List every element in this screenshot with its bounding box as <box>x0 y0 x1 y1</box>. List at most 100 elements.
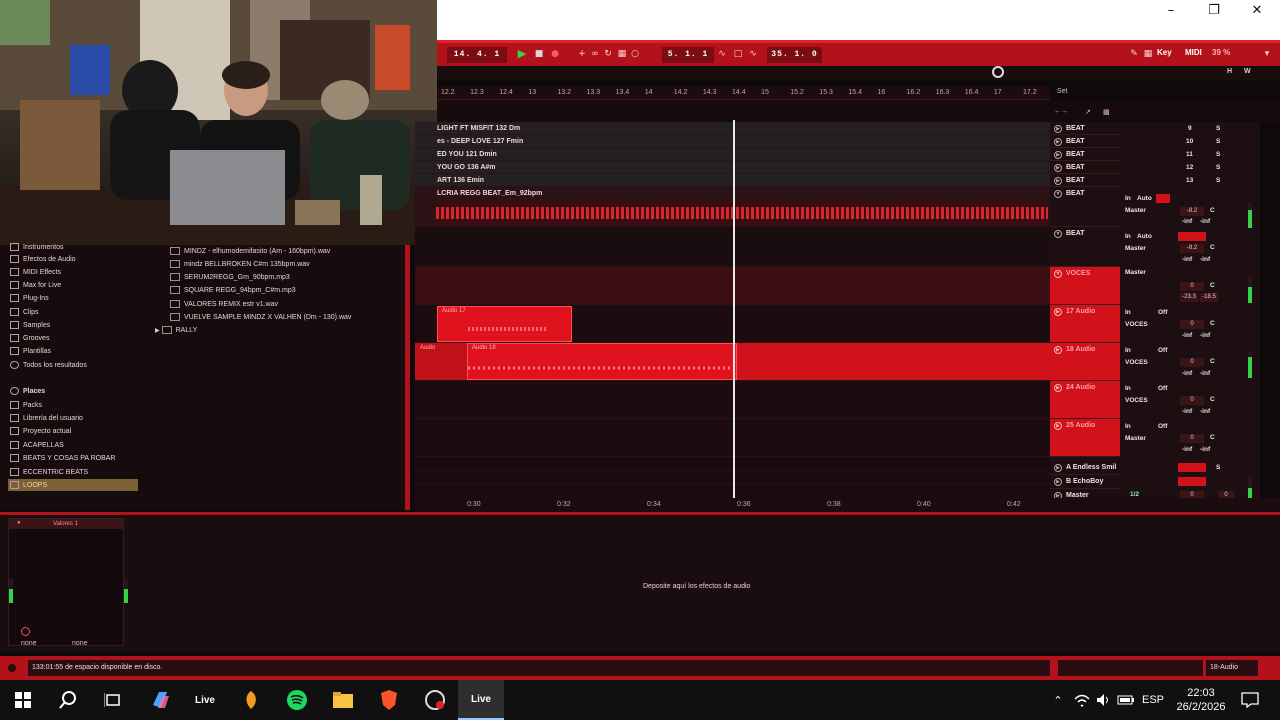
file-item[interactable]: SQUARE REGG_94bpm_C#m.mp3 <box>170 286 296 294</box>
track-header-beat[interactable]: ▶ BEAT <box>1050 122 1120 135</box>
browser-category[interactable]: Clips <box>10 308 39 316</box>
loop-icon[interactable]: ↻ <box>603 49 613 59</box>
loop-start[interactable]: 5. 1. 1 <box>662 47 714 63</box>
w-toggle[interactable]: W <box>1244 68 1251 75</box>
monitor-in[interactable]: In <box>1125 423 1131 430</box>
monitor-in[interactable]: In <box>1125 195 1131 202</box>
chevron-down-icon[interactable]: ▾ <box>1262 49 1272 59</box>
key-map-icon[interactable]: ▦ <box>1143 49 1153 59</box>
track-header-audio18[interactable]: ▶ 18 Audio <box>1050 343 1120 381</box>
playhead[interactable] <box>733 120 735 502</box>
pan-value[interactable]: C <box>1210 434 1215 441</box>
loop-length[interactable]: 35. 1. 0 <box>767 47 822 63</box>
restore-button[interactable]: ❐ <box>1192 0 1236 22</box>
audio-clip[interactable]: Audio <box>415 343 467 380</box>
track-activator-icon[interactable]: ▶ <box>1054 384 1062 392</box>
browser-category[interactable]: Instrumentos <box>10 243 63 251</box>
output-routing[interactable]: VOCES <box>1125 397 1148 404</box>
time-ruler[interactable]: 0:30 0:32 0:34 0:36 0:38 0:40 0:42 <box>415 498 1280 512</box>
monitor-in[interactable]: In <box>1125 233 1131 240</box>
track-activator-icon[interactable]: ▶ <box>1054 177 1062 185</box>
track-activator-icon[interactable]: ▶ <box>1054 346 1062 354</box>
file-item[interactable]: mindz BELLBROKEN C#m 135bpm.wav <box>170 260 310 268</box>
drop-effects-hint[interactable]: Deposite aquí los efectos de audio <box>643 583 750 590</box>
chevron-up-icon[interactable]: ⌃ <box>1048 680 1068 720</box>
browser-category[interactable]: Efectos de Audio <box>10 255 76 263</box>
track-fold-icon[interactable]: ▼ <box>1054 190 1062 198</box>
input-language[interactable]: ESP <box>1138 680 1168 720</box>
return-volume[interactable] <box>1178 477 1206 486</box>
task-view-button[interactable] <box>90 680 136 720</box>
pan-value[interactable]: C <box>1210 396 1215 403</box>
start-button[interactable] <box>0 680 46 720</box>
track-header-beat[interactable]: ▶ BEAT <box>1050 161 1120 174</box>
output-routing[interactable]: Master <box>1125 269 1146 276</box>
solo-button[interactable]: S <box>1216 164 1220 171</box>
brave-app[interactable] <box>366 680 412 720</box>
track-header-voces[interactable]: ▼ VOCES <box>1050 267 1120 305</box>
device-power-icon[interactable]: ● <box>17 520 21 526</box>
monitor-off[interactable]: Off <box>1158 423 1167 430</box>
link-icon[interactable]: ∞ <box>590 49 600 59</box>
browser-category[interactable]: Samples <box>10 321 50 329</box>
volume-value[interactable]: -8.2 <box>1180 207 1204 216</box>
track-activator-icon[interactable]: ▶ <box>1054 464 1062 472</box>
volume-value[interactable]: 0 <box>1180 320 1204 329</box>
pan-value[interactable]: C <box>1210 207 1215 214</box>
master-routing[interactable]: 1/2 <box>1130 491 1139 498</box>
output-routing[interactable]: Master <box>1125 435 1146 442</box>
output-routing[interactable]: VOCES <box>1125 321 1148 328</box>
beat-clip[interactable] <box>435 201 1048 225</box>
browser-category[interactable]: MIDI Effects <box>10 268 61 276</box>
track-header-beat-main[interactable]: ▼ BEAT <box>1050 187 1120 227</box>
monitor-auto[interactable]: Auto <box>1137 233 1152 240</box>
battery-icon[interactable] <box>1116 680 1136 720</box>
ableton-live-app[interactable]: Live <box>182 680 228 720</box>
add-icon[interactable]: + <box>577 49 587 59</box>
track-header-return-b[interactable]: ▶ B EchoBoy <box>1050 475 1120 489</box>
arrangement-overview[interactable]: H W <box>437 66 1280 80</box>
track-activator-icon[interactable]: ▶ <box>1054 151 1062 159</box>
grid-icon[interactable]: ▦ <box>617 49 627 59</box>
h-toggle[interactable]: H <box>1227 68 1232 75</box>
record-icon[interactable]: ● <box>550 49 560 59</box>
monitor-auto[interactable]: Auto <box>1137 195 1152 202</box>
folder-item[interactable]: ▶ RALLY <box>155 326 197 334</box>
search-button[interactable] <box>45 680 91 720</box>
draw-mode-icon[interactable]: ✎ <box>1129 49 1139 59</box>
track-header-beat-main[interactable]: ▼ BEAT <box>1050 227 1120 267</box>
volume-value[interactable]: -8.2 <box>1180 244 1204 253</box>
file-item[interactable]: VUELVE SAMPLE MINDZ X VALHEN (Dm - 130).… <box>170 313 351 321</box>
midi-map-label[interactable]: MIDI <box>1185 48 1202 57</box>
nav-arrows-icon[interactable]: ←→ <box>1054 108 1068 115</box>
expand-icon[interactable]: ↗ <box>1085 108 1091 116</box>
browser-category[interactable]: Plug-Ins <box>10 294 49 302</box>
track-header-return-a[interactable]: ▶ A Endless Smil <box>1050 461 1120 475</box>
solo-button[interactable]: S <box>1216 464 1220 471</box>
track-fold-icon[interactable]: ▼ <box>1054 230 1062 238</box>
pan-value[interactable]: C <box>1210 244 1215 251</box>
track-activator-icon[interactable]: ▶ <box>1054 125 1062 133</box>
input-routing[interactable]: none <box>21 640 37 647</box>
output-routing[interactable]: Master <box>1125 207 1146 214</box>
browser-splitter[interactable] <box>405 245 410 510</box>
places-item[interactable]: ACAPELLAS <box>10 441 64 449</box>
places-item[interactable]: Librería del usuario <box>10 414 83 422</box>
obs-app[interactable] <box>412 680 458 720</box>
monitor-off[interactable]: Off <box>1158 309 1167 316</box>
loop-switch-icon[interactable]: □ <box>733 49 743 59</box>
close-button[interactable]: ✕ <box>1235 0 1279 22</box>
selected-track[interactable]: 18-Audio <box>1206 660 1258 676</box>
browser-category[interactable]: Max for Live <box>10 281 61 289</box>
wifi-icon[interactable] <box>1072 680 1092 720</box>
notifications-icon[interactable] <box>1236 680 1264 720</box>
audio-clip[interactable]: Audio 17 <box>437 306 572 342</box>
output-routing[interactable]: none <box>72 640 88 647</box>
solo-button[interactable]: S <box>1216 177 1220 184</box>
ableton-live-app-active[interactable]: Live <box>458 680 504 720</box>
browser-category[interactable]: Grooves <box>10 334 49 342</box>
solo-button[interactable]: S <box>1216 125 1220 132</box>
track-fold-icon[interactable]: ▼ <box>1054 270 1062 278</box>
track-activator-icon[interactable]: ▶ <box>1054 164 1062 172</box>
track-activator-icon[interactable]: ▶ <box>1054 478 1062 486</box>
